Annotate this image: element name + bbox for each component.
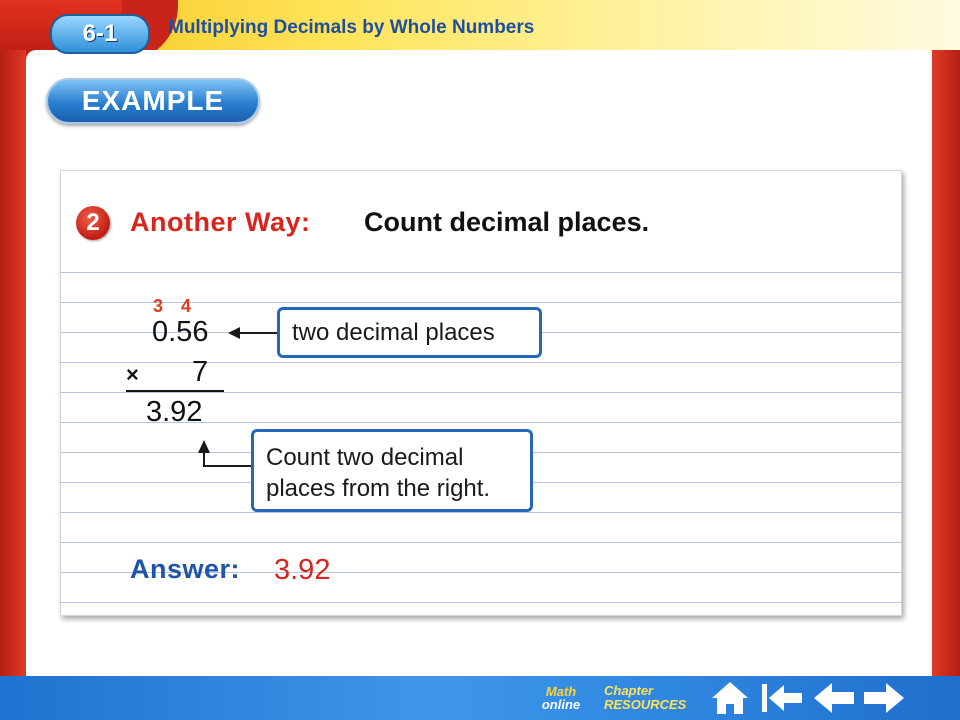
- callout-two-decimal-places: two decimal places: [277, 307, 542, 358]
- answer-value: 3.92: [274, 554, 331, 586]
- lesson-title: Multiplying Decimals by Whole Numbers: [168, 17, 535, 38]
- left-border: [0, 50, 26, 720]
- forward-arrow-icon: [864, 683, 904, 713]
- callout-text: two decimal places: [292, 319, 495, 346]
- answer-label: Answer:: [130, 554, 241, 584]
- lesson-number-badge: 6-1: [50, 14, 150, 54]
- home-icon: [712, 682, 748, 714]
- right-border: [932, 50, 960, 720]
- ruled-line: [60, 272, 902, 273]
- chapter-resources-label: RESOURCES: [604, 697, 687, 712]
- math-online-label: online: [541, 697, 581, 712]
- carry-digit: 3: [153, 296, 164, 316]
- math-online-link[interactable]: Math online: [530, 678, 592, 718]
- method-label: Another Way:: [130, 207, 311, 237]
- up-arrow-icon: [198, 440, 252, 467]
- step-number-badge: 2: [76, 206, 110, 240]
- callout-text: Count two decimal: [266, 444, 464, 471]
- multiply-sign: ×: [126, 362, 139, 387]
- callout-count-from-right: Count two decimal places from the right.: [251, 429, 533, 512]
- chapter-resources-link[interactable]: Chapter RESOURCES: [604, 678, 696, 718]
- callout-text: places from the right.: [266, 475, 491, 502]
- ruled-line: [60, 542, 902, 543]
- back-arrow-icon: [814, 683, 854, 713]
- chapter-resources-label: Chapter: [604, 683, 654, 698]
- forward-button[interactable]: [862, 678, 906, 718]
- ruled-line: [60, 512, 902, 513]
- first-slide-icon: [762, 684, 802, 712]
- back-button[interactable]: [812, 678, 856, 718]
- example-heading: Count decimal places.: [364, 207, 650, 237]
- first-slide-button[interactable]: [760, 678, 804, 718]
- example-label: EXAMPLE: [46, 78, 260, 124]
- home-button[interactable]: [708, 678, 752, 718]
- left-arrow-icon: [228, 327, 278, 339]
- ruled-line: [60, 602, 902, 603]
